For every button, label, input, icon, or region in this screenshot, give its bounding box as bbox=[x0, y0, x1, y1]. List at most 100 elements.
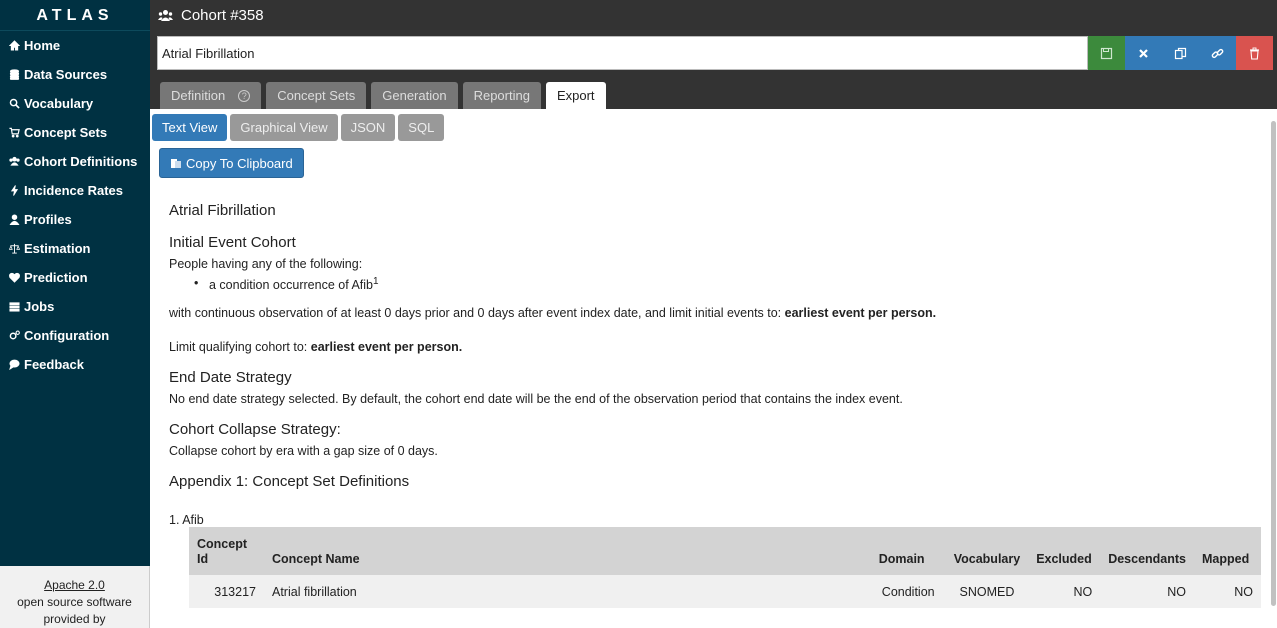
brand-logo[interactable]: ATLAS bbox=[0, 0, 150, 31]
sidebar-item-label: Jobs bbox=[24, 299, 55, 314]
continuous-observation-text: with continuous observation of at least … bbox=[169, 306, 936, 320]
trash-icon bbox=[1250, 47, 1259, 60]
tab-label: Reporting bbox=[473, 88, 530, 103]
col-concept-name[interactable]: Concept Name bbox=[264, 527, 871, 575]
col-domain[interactable]: Domain bbox=[870, 527, 946, 575]
sidebar-item-prediction[interactable]: Prediction bbox=[0, 263, 150, 292]
home-icon bbox=[8, 40, 20, 52]
collapse-text: Collapse cohort by era with a gap size o… bbox=[169, 444, 438, 458]
sidebar-item-incidence-rates[interactable]: Incidence Rates bbox=[0, 176, 150, 205]
close-button[interactable] bbox=[1125, 36, 1162, 70]
cell-descendants: NO bbox=[1100, 575, 1194, 608]
tab-label: Export bbox=[556, 88, 595, 103]
link-button[interactable] bbox=[1199, 36, 1236, 70]
sidebar-item-home[interactable]: Home bbox=[0, 31, 150, 60]
sidebar-item-profiles[interactable]: Profiles bbox=[0, 205, 150, 234]
cart-icon bbox=[8, 127, 20, 139]
database-icon bbox=[8, 69, 20, 81]
continuous-observation-bold: earliest event per person. bbox=[784, 306, 937, 320]
close-icon bbox=[1139, 48, 1148, 58]
tab-generation[interactable]: Generation bbox=[371, 82, 458, 109]
appendix-heading: Appendix 1: Concept Set Definitions bbox=[169, 473, 410, 490]
tab-concept-sets[interactable]: Concept Sets bbox=[266, 82, 367, 109]
subtab-sql[interactable]: SQL bbox=[398, 114, 445, 141]
subtab-text-view[interactable]: Text View bbox=[152, 114, 228, 141]
sidebar-item-cohort-definitions[interactable]: Cohort Definitions bbox=[0, 147, 150, 176]
cohort-tabs: Definition ? Concept Sets Generation Rep… bbox=[160, 82, 611, 109]
cell-mapped: NO bbox=[1194, 575, 1261, 608]
sidebar-item-label: Concept Sets bbox=[24, 125, 108, 140]
tab-export[interactable]: Export bbox=[545, 82, 606, 109]
save-button[interactable] bbox=[1088, 36, 1125, 70]
export-view-tabs: Text View Graphical View JSON SQL bbox=[152, 114, 447, 141]
subtab-json[interactable]: JSON bbox=[340, 114, 396, 141]
page-title: Cohort #358 bbox=[158, 7, 264, 24]
concept-set-table: Concept Id Concept Name Domain Vocabular… bbox=[189, 527, 1261, 608]
heartbeat-icon bbox=[8, 272, 20, 284]
scrollbar-thumb[interactable] bbox=[1271, 121, 1276, 606]
sidebar: ATLAS Home Data Sources Vocabulary Conce… bbox=[0, 0, 150, 628]
content-scrollbar[interactable] bbox=[1270, 109, 1277, 628]
col-descendants[interactable]: Descendants bbox=[1100, 527, 1194, 575]
col-mapped[interactable]: Mapped bbox=[1194, 527, 1261, 575]
copy-button-label: Copy To Clipboard bbox=[186, 155, 293, 171]
user-icon bbox=[8, 214, 20, 226]
link-icon bbox=[1211, 48, 1224, 58]
search-icon bbox=[8, 98, 20, 110]
sidebar-item-label: Configuration bbox=[24, 328, 110, 343]
balance-icon bbox=[8, 243, 20, 255]
sidebar-item-vocabulary[interactable]: Vocabulary bbox=[0, 89, 150, 118]
sidebar-item-data-sources[interactable]: Data Sources bbox=[0, 60, 150, 89]
criteria-text: a condition occurrence of Afib bbox=[209, 278, 373, 293]
clipboard-icon bbox=[171, 159, 181, 168]
users-icon bbox=[158, 10, 173, 21]
users-icon bbox=[8, 156, 20, 168]
license-text: open source software bbox=[17, 595, 132, 609]
list-icon bbox=[8, 301, 20, 313]
copy-to-clipboard-button[interactable]: Copy To Clipboard bbox=[159, 148, 304, 178]
end-date-text: No end date strategy selected. By defaul… bbox=[169, 392, 903, 406]
cohort-name-input[interactable] bbox=[157, 36, 1088, 70]
sidebar-item-jobs[interactable]: Jobs bbox=[0, 292, 150, 321]
sidebar-item-label: Estimation bbox=[24, 241, 91, 256]
sidebar-item-label: Data Sources bbox=[24, 67, 108, 82]
cell-domain: Condition bbox=[870, 575, 946, 608]
provided-by-text: provided by bbox=[43, 612, 106, 626]
end-date-heading: End Date Strategy bbox=[169, 369, 292, 386]
copy-cohort-button[interactable] bbox=[1162, 36, 1199, 70]
page-title-text: Cohort #358 bbox=[181, 7, 264, 24]
table-row: 313217 Atrial fibrillation Condition SNO… bbox=[189, 575, 1261, 608]
col-vocabulary[interactable]: Vocabulary bbox=[945, 527, 1029, 575]
cell-excluded: NO bbox=[1028, 575, 1101, 608]
sidebar-item-concept-sets[interactable]: Concept Sets bbox=[0, 118, 150, 147]
col-concept-id[interactable]: Concept Id bbox=[189, 527, 264, 575]
help-icon[interactable]: ? bbox=[238, 89, 251, 102]
license-link[interactable]: Apache 2.0 bbox=[44, 578, 105, 592]
limit-qualifying-plain: Limit qualifying cohort to: bbox=[169, 340, 308, 354]
cell-concept-id: 313217 bbox=[189, 575, 264, 608]
tab-reporting[interactable]: Reporting bbox=[462, 82, 541, 109]
tab-definition[interactable]: Definition ? bbox=[160, 82, 262, 109]
export-panel: Text View Graphical View JSON SQL Copy T… bbox=[150, 109, 1270, 628]
sidebar-item-configuration[interactable]: Configuration bbox=[0, 321, 150, 350]
sidebar-item-feedback[interactable]: Feedback bbox=[0, 350, 150, 379]
sidebar-item-label: Feedback bbox=[24, 357, 84, 372]
tab-label: Definition bbox=[171, 88, 226, 103]
people-having-text: People having any of the following: bbox=[169, 257, 363, 271]
sidebar-item-label: Prediction bbox=[24, 270, 88, 285]
delete-button[interactable] bbox=[1236, 36, 1273, 70]
sidebar-item-label: Cohort Definitions bbox=[24, 154, 138, 169]
cell-concept-name: Atrial fibrillation bbox=[264, 575, 871, 608]
limit-qualifying-text: Limit qualifying cohort to: earliest eve… bbox=[169, 340, 462, 354]
sidebar-item-label: Vocabulary bbox=[24, 96, 94, 111]
footnote-ref: 1 bbox=[373, 276, 379, 287]
table-header-row: Concept Id Concept Name Domain Vocabular… bbox=[189, 527, 1261, 575]
doc-title: Atrial Fibrillation bbox=[169, 202, 276, 219]
sidebar-item-estimation[interactable]: Estimation bbox=[0, 234, 150, 263]
sidebar-item-label: Profiles bbox=[24, 212, 72, 227]
concept-set-item: 1. Afib bbox=[169, 513, 204, 527]
subtab-graphical-view[interactable]: Graphical View bbox=[230, 114, 338, 141]
cell-vocabulary: SNOMED bbox=[945, 575, 1029, 608]
col-excluded[interactable]: Excluded bbox=[1028, 527, 1101, 575]
tab-label: Concept Sets bbox=[277, 88, 356, 103]
